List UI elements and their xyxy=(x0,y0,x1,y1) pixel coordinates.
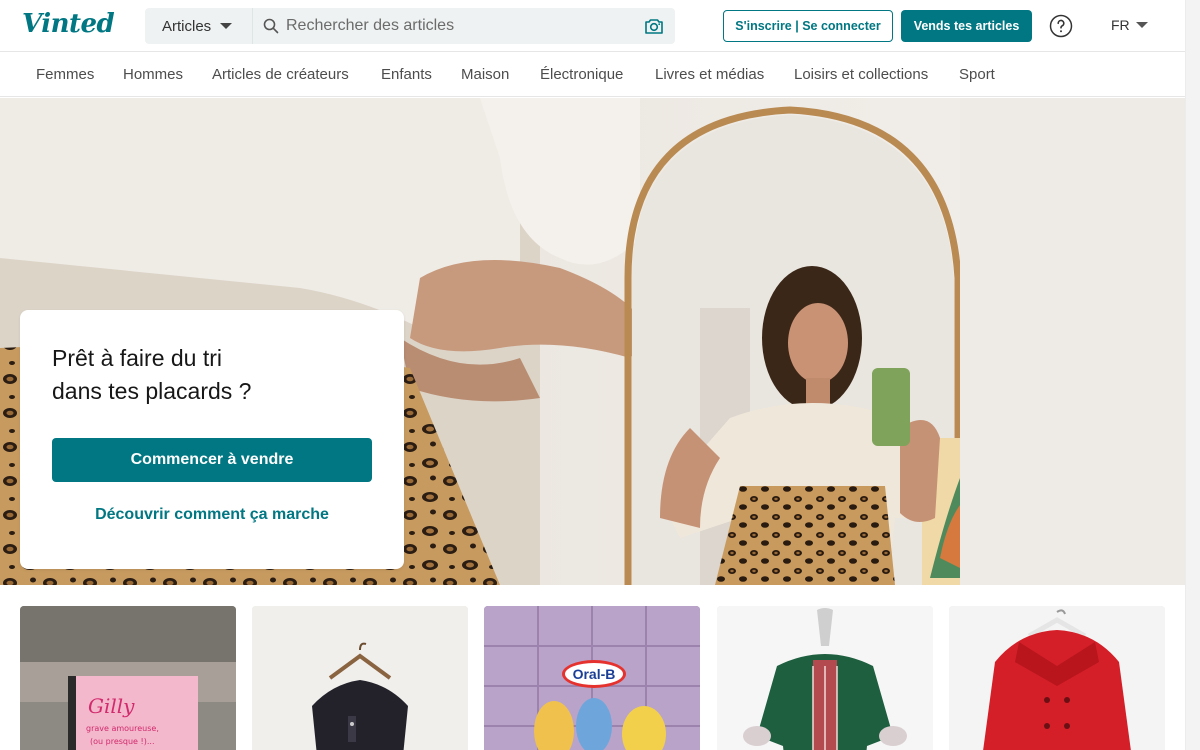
sell-items-button[interactable]: Vends tes articles xyxy=(901,10,1032,42)
page-scrollbar[interactable] xyxy=(1185,0,1200,750)
category-nav: Femmes Hommes Articles de créateurs Enfa… xyxy=(0,53,1185,97)
nav-item-electronique[interactable]: Électronique xyxy=(540,66,623,83)
nav-item-hommes[interactable]: Hommes xyxy=(123,66,183,83)
chevron-down-icon xyxy=(220,23,233,29)
camera-icon[interactable] xyxy=(644,17,664,35)
product-image-shirt xyxy=(252,606,468,750)
hero-title-line2: dans tes placards ? xyxy=(52,378,252,404)
search-bar: Articles xyxy=(145,8,675,44)
hero-title: Prêt à faire du tri dans tes placards ? xyxy=(52,342,382,408)
nav-item-designer[interactable]: Articles de créateurs xyxy=(212,66,349,83)
product-card[interactable] xyxy=(717,606,933,750)
signup-login-button[interactable]: S'inscrire | Se connecter xyxy=(723,10,893,42)
product-image-red-coat xyxy=(949,606,1165,750)
header: Vinted Articles S'inscrire | Se connecte… xyxy=(0,0,1185,52)
nav-item-loisirs[interactable]: Loisirs et collections xyxy=(794,66,928,83)
hero-card: Prêt à faire du tri dans tes placards ? … xyxy=(20,310,404,569)
language-label: FR xyxy=(1111,17,1130,33)
nav-item-enfants[interactable]: Enfants xyxy=(381,66,432,83)
product-card[interactable] xyxy=(252,606,468,750)
start-selling-button[interactable]: Commencer à vendre xyxy=(52,438,372,482)
search-icon xyxy=(263,18,279,34)
hero-banner: Prêt à faire du tri dans tes placards ? … xyxy=(0,98,1185,585)
product-card[interactable] xyxy=(949,606,1165,750)
product-row: Gilly grave amoureuse, (ou presque !)... xyxy=(0,586,1185,750)
how-it-works-link[interactable]: Découvrir comment ça marche xyxy=(52,506,372,524)
nav-item-femmes[interactable]: Femmes xyxy=(36,66,94,83)
product-brand-oralb: Oral-B xyxy=(573,666,616,682)
language-selector[interactable]: FR xyxy=(1111,17,1148,33)
product-image-puzzle: Oral-B xyxy=(484,606,700,750)
product-image-book: Gilly grave amoureuse, (ou presque !)... xyxy=(20,606,236,750)
nav-item-maison[interactable]: Maison xyxy=(461,66,509,83)
product-image-green-jacket xyxy=(717,606,933,750)
book-subtitle: grave amoureuse, xyxy=(86,724,159,733)
chevron-down-icon xyxy=(1135,22,1148,28)
search-category-select[interactable]: Articles xyxy=(145,8,253,44)
product-card[interactable]: Oral-B xyxy=(484,606,700,750)
product-card[interactable]: Gilly grave amoureuse, (ou presque !)... xyxy=(20,606,236,750)
nav-item-sport[interactable]: Sport xyxy=(959,66,995,83)
book-subtitle-2: (ou presque !)... xyxy=(90,737,154,746)
help-icon[interactable] xyxy=(1049,14,1073,38)
search-input[interactable] xyxy=(286,8,636,44)
book-title: Gilly xyxy=(88,694,135,718)
page: Vinted Articles S'inscrire | Se connecte… xyxy=(0,0,1200,750)
nav-item-livres[interactable]: Livres et médias xyxy=(655,66,764,83)
search-category-label: Articles xyxy=(162,17,212,35)
vinted-logo[interactable]: Vinted xyxy=(22,9,115,39)
hero-title-line1: Prêt à faire du tri xyxy=(52,345,223,371)
